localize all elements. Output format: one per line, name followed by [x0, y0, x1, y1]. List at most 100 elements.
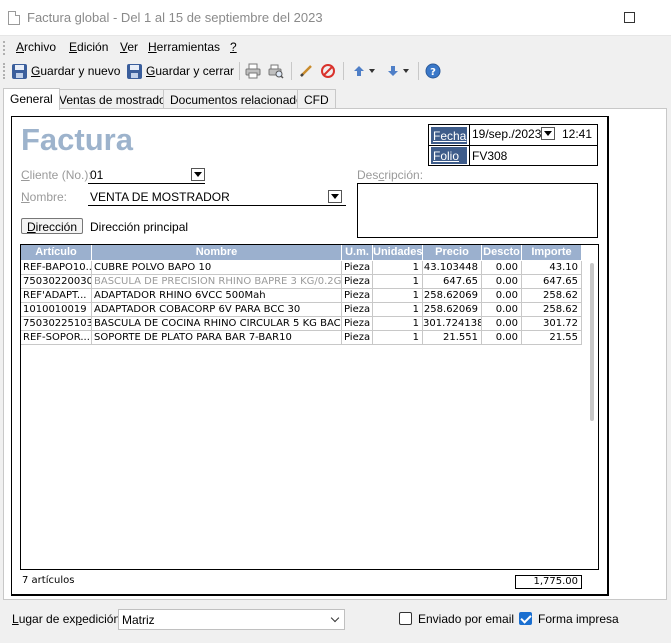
menu-bar: Archivo Edición Ver Herramientas ? [0, 37, 671, 58]
table-cell-nombre[interactable]: BASCULA DE PRECISION RHINO BAPRE 3 KG/0.… [92, 275, 342, 289]
help-icon: ? [425, 63, 441, 79]
maximize-button[interactable] [624, 12, 635, 23]
cliente-input[interactable]: 01 [90, 168, 103, 182]
table-cell-um[interactable]: Pieza [342, 317, 373, 331]
table-cell-precio[interactable]: 301.724138 [423, 317, 482, 331]
time-input[interactable]: 12:41 [562, 127, 592, 141]
column-header-importe[interactable]: Importe [522, 245, 582, 260]
table-cell-precio[interactable]: 258.62069 [423, 303, 482, 317]
table-cell-descto[interactable]: 0.00 [482, 317, 522, 331]
table-cell-um[interactable]: Pieza [342, 275, 373, 289]
table-cell-descto[interactable]: 0.00 [482, 275, 522, 289]
column-header-unidades[interactable]: Unidades [373, 245, 423, 260]
menu-herramientas[interactable]: Herramientas [148, 40, 220, 54]
table-cell-unidades[interactable]: 1 [373, 331, 423, 345]
table-cell-articulo[interactable]: REF'ADAPT... [21, 289, 92, 303]
edit-button[interactable] [297, 62, 315, 80]
tab-general[interactable]: General [3, 88, 60, 110]
print-preview-button[interactable] [267, 62, 285, 80]
table-cell-descto[interactable]: 0.00 [482, 331, 522, 345]
enviado-email-checkbox[interactable] [399, 612, 412, 625]
table-cell-articulo[interactable]: REF-SOPOR... [21, 331, 92, 345]
tab-ventas-mostrador[interactable]: Ventas de mostrador [52, 89, 177, 109]
document-icon [8, 11, 20, 25]
arrow-up-icon [354, 66, 364, 76]
tab-strip: General Ventas de mostrador Documentos r… [0, 88, 671, 110]
descripcion-textarea[interactable] [357, 183, 598, 238]
save-new-button[interactable]: Guardar y nuevo [12, 62, 120, 80]
table-cell-precio[interactable]: 43.103448 [423, 261, 482, 275]
toolbar-separator [291, 62, 292, 80]
lugar-expedicion-select[interactable]: Matriz [118, 609, 345, 630]
help-button[interactable]: ? [424, 62, 442, 80]
cancel-button[interactable] [319, 62, 337, 80]
menu-edicion[interactable]: Edición [69, 40, 108, 54]
fecha-dropdown-button[interactable] [541, 127, 555, 140]
table-cell-unidades[interactable]: 1 [373, 317, 423, 331]
table-cell-unidades[interactable]: 1 [373, 261, 423, 275]
table-cell-nombre[interactable]: BASCULA DE COCINA RHINO CIRCULAR 5 KG BA… [92, 317, 342, 331]
table-cell-nombre[interactable]: ADAPTADOR RHINO 6VCC 500Mah [92, 289, 342, 303]
nombre-input[interactable]: VENTA DE MOSTRADOR [90, 190, 230, 204]
direccion-button[interactable]: Dirección [21, 218, 83, 234]
table-cell-nombre[interactable]: SOPORTE DE PLATO PARA BAR 7-BAR10 [92, 331, 342, 345]
table-cell-articulo[interactable]: 7503022510371 [21, 317, 92, 331]
cliente-dropdown-button[interactable] [191, 168, 205, 181]
caret-down-icon [544, 131, 552, 136]
table-cell-um[interactable]: Pieza [342, 331, 373, 345]
menu-ver[interactable]: Ver [120, 40, 138, 54]
fecha-input[interactable]: 19/sep./2023 [472, 127, 541, 141]
table-cell-um[interactable]: Pieza [342, 261, 373, 275]
folio-label: Folio [431, 147, 467, 164]
scrollbar-thumb[interactable] [590, 263, 594, 421]
move-up-dropdown[interactable] [367, 62, 377, 80]
caret-down-icon [403, 69, 409, 73]
table-cell-precio[interactable]: 647.65 [423, 275, 482, 289]
table-cell-importe[interactable]: 43.10 [522, 261, 582, 275]
table-cell-precio[interactable]: 21.551 [423, 331, 482, 345]
folio-input[interactable]: FV308 [472, 149, 507, 163]
column-header-um[interactable]: U.m. [342, 245, 373, 260]
table-cell-importe[interactable]: 21.55 [522, 331, 582, 345]
grid-scrollbar[interactable] [588, 261, 598, 569]
tab-cfd[interactable]: CFD [297, 89, 336, 109]
table-cell-importe[interactable]: 258.62 [522, 303, 582, 317]
table-cell-nombre[interactable]: ADAPTADOR COBACORP 6V PARA BCC 30 [92, 303, 342, 317]
table-cell-nombre[interactable]: CUBRE POLVO BAPO 10 [92, 261, 342, 275]
table-cell-um[interactable]: Pieza [342, 289, 373, 303]
tab-documentos-relacionados[interactable]: Documentos relacionados [163, 89, 316, 109]
table-cell-unidades[interactable]: 1 [373, 303, 423, 317]
menu-archivo[interactable]: Archivo [16, 40, 56, 54]
table-cell-importe[interactable]: 258.62 [522, 289, 582, 303]
pencil-icon [300, 65, 312, 77]
column-header-precio[interactable]: Precio [423, 245, 482, 260]
move-down-button[interactable] [384, 62, 402, 80]
forma-impresa-label[interactable]: Forma impresa [538, 612, 619, 626]
move-down-dropdown[interactable] [401, 62, 411, 80]
items-table[interactable]: Artículo Nombre U.m. Unidades Precio Des… [20, 244, 599, 570]
table-cell-um[interactable]: Pieza [342, 303, 373, 317]
enviado-email-label[interactable]: Enviado por email [418, 612, 514, 626]
column-header-nombre[interactable]: Nombre [92, 245, 342, 260]
toolbar-grip-icon [3, 63, 6, 79]
table-cell-descto[interactable]: 0.00 [482, 303, 522, 317]
table-cell-descto[interactable]: 0.00 [482, 289, 522, 303]
print-button[interactable] [244, 62, 262, 80]
table-cell-articulo[interactable]: 1010010019 [21, 303, 92, 317]
table-cell-descto[interactable]: 0.00 [482, 261, 522, 275]
nombre-dropdown-button[interactable] [328, 190, 342, 203]
table-cell-precio[interactable]: 258.62069 [423, 289, 482, 303]
save-close-button[interactable]: Guardar y cerrar [127, 62, 234, 80]
menu-help[interactable]: ? [230, 40, 237, 54]
move-up-button[interactable] [350, 62, 368, 80]
column-header-articulo[interactable]: Artículo [21, 245, 92, 260]
table-cell-unidades[interactable]: 1 [373, 275, 423, 289]
table-cell-unidades[interactable]: 1 [373, 289, 423, 303]
table-cell-importe[interactable]: 301.72 [522, 317, 582, 331]
forma-impresa-checkbox[interactable] [519, 612, 532, 625]
toolbar-separator [418, 62, 419, 80]
table-cell-articulo[interactable]: 7503022003071 [21, 275, 92, 289]
table-cell-articulo[interactable]: REF-BAPO10... [21, 261, 92, 275]
column-header-descto[interactable]: Descto [482, 245, 522, 260]
table-cell-importe[interactable]: 647.65 [522, 275, 582, 289]
